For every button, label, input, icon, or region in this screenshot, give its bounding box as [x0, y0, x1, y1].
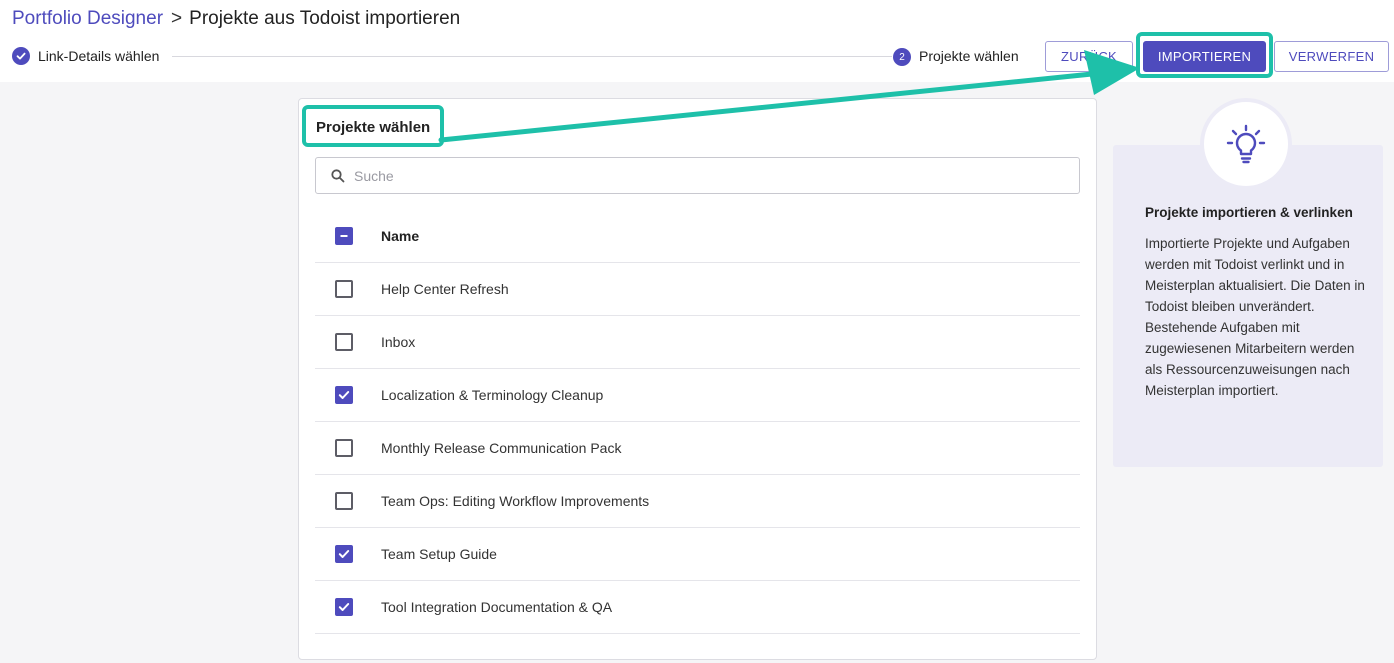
page-header: Portfolio Designer > Projekte aus Todois… [0, 0, 1394, 82]
project-name: Team Ops: Editing Workflow Improvements [381, 493, 650, 509]
check-icon [338, 391, 350, 399]
row-checkbox[interactable] [335, 492, 353, 510]
project-name: Team Setup Guide [381, 546, 497, 562]
row-checkbox[interactable] [335, 598, 353, 616]
row-checkbox[interactable] [335, 386, 353, 404]
search-input[interactable] [354, 164, 1054, 188]
project-name: Help Center Refresh [381, 281, 509, 297]
project-name: Localization & Terminology Cleanup [381, 387, 604, 403]
row-checkbox[interactable] [335, 280, 353, 298]
info-title: Projekte importieren & verlinken [1145, 205, 1353, 220]
page-title: Projekte aus Todoist importieren [189, 8, 461, 29]
project-name: Tool Integration Documentation & QA [381, 599, 613, 615]
check-icon [338, 550, 350, 558]
check-circle-icon [12, 47, 30, 65]
table-row[interactable]: Monthly Release Communication Pack [315, 422, 1080, 475]
step-2-label: Projekte wählen [919, 48, 1019, 64]
table-row[interactable]: Team Setup Guide [315, 528, 1080, 581]
lightbulb-icon [1226, 124, 1266, 164]
breadcrumb-separator: > [171, 8, 183, 29]
project-name: Monthly Release Communication Pack [381, 440, 622, 456]
step-1-label: Link-Details wählen [38, 48, 160, 64]
stepper: Link-Details wählen 2 Projekte wählen [12, 45, 1032, 67]
select-all-checkbox[interactable] [335, 226, 353, 245]
project-rows: Help Center Refresh Inbox Localization & T… [315, 263, 1080, 634]
search-field[interactable] [315, 157, 1080, 194]
step-2-number: 2 [893, 48, 911, 66]
row-checkbox[interactable] [335, 333, 353, 351]
projects-table: Name Help Center Refresh Inbox Localizatio… [315, 209, 1080, 634]
card-title: Projekte wählen [316, 119, 431, 136]
row-checkbox[interactable] [335, 439, 353, 457]
project-selection-card: Projekte wählen Name Help Center Refresh… [298, 98, 1097, 660]
breadcrumb-parent-link[interactable]: Portfolio Designer [12, 8, 163, 30]
project-name: Inbox [381, 334, 416, 350]
step-connector-line [172, 56, 892, 57]
table-header-row: Name [315, 209, 1080, 263]
search-icon [330, 168, 346, 184]
check-icon [338, 603, 350, 611]
table-row[interactable]: Inbox [315, 316, 1080, 369]
table-row[interactable]: Tool Integration Documentation & QA [315, 581, 1080, 634]
table-row[interactable]: Help Center Refresh [315, 263, 1080, 316]
lightbulb-badge [1200, 98, 1292, 190]
back-button[interactable]: ZURÜCK [1045, 41, 1133, 72]
discard-button[interactable]: VERWERFEN [1274, 41, 1389, 72]
breadcrumb: Portfolio Designer > Projekte aus Todois… [12, 8, 460, 30]
row-checkbox[interactable] [335, 545, 353, 563]
column-header-name: Name [381, 227, 420, 244]
table-row[interactable]: Localization & Terminology Cleanup [315, 369, 1080, 422]
info-text: Importierte Projekte und Aufgaben werden… [1145, 236, 1365, 398]
table-row[interactable]: Team Ops: Editing Workflow Improvements [315, 475, 1080, 528]
minus-icon [340, 234, 348, 237]
import-button[interactable]: IMPORTIEREN [1143, 41, 1266, 72]
info-panel: Projekte importieren & verlinken Importi… [1113, 145, 1383, 467]
